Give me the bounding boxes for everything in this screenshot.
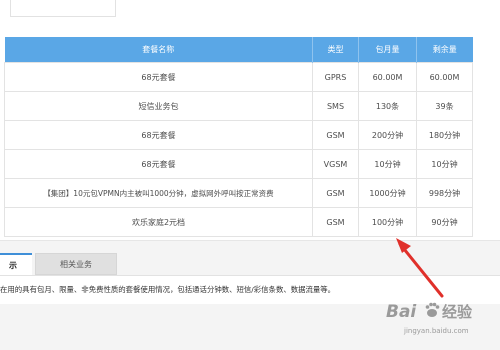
cell-monthly-quota: 100分钟	[358, 207, 417, 237]
cell-monthly-quota: 200分钟	[358, 120, 417, 150]
cell-type: GSM	[312, 207, 359, 237]
baidu-jingyan-watermark: Bai 经验 jingyan.baidu.com	[384, 297, 496, 339]
cell-package-name: 短信业务包	[4, 91, 313, 121]
cell-type: SMS	[312, 91, 359, 121]
cell-type: GSM	[312, 120, 359, 150]
cell-monthly-quota: 1000分钟	[358, 178, 417, 208]
watermark-brand-suffix: 经验	[442, 303, 473, 321]
cell-type: GPRS	[312, 62, 359, 92]
cell-remaining: 90分钟	[416, 207, 473, 237]
cell-monthly-quota: 10分钟	[358, 149, 417, 179]
cell-remaining: 180分钟	[416, 120, 473, 150]
cell-type: GSM	[312, 178, 359, 208]
header-remaining: 剩余量	[416, 37, 473, 63]
cell-remaining: 60.00M	[416, 62, 473, 92]
cell-package-name: 68元套餐	[4, 149, 313, 179]
header-package-name: 套餐名称	[4, 37, 313, 63]
baidu-logo: Bai 经验 jingyan.baidu.com	[386, 302, 473, 335]
cell-remaining: 39条	[416, 91, 473, 121]
watermark-brand: Bai	[386, 302, 417, 322]
paw-icon	[425, 302, 440, 317]
tab-related-services[interactable]: 相关业务	[35, 253, 117, 275]
cell-package-name: 【集团】10元包VPMN内主被叫1000分钟，虚拟网外呼叫按正常资费	[4, 178, 313, 208]
table-row: 欢乐家庭2元档 GSM 100分钟 90分钟	[4, 207, 473, 237]
cell-monthly-quota: 130条	[358, 91, 417, 121]
header-type: 类型	[312, 37, 359, 63]
tab-usage-display[interactable]: 示	[0, 253, 32, 275]
cell-package-name: 欢乐家庭2元档	[4, 207, 313, 237]
cell-package-name: 68元套餐	[4, 120, 313, 150]
top-panel-stub	[10, 0, 116, 17]
watermark-url: jingyan.baidu.com	[403, 327, 469, 335]
table-row: 短信业务包 SMS 130条 39条	[4, 91, 473, 121]
package-usage-table: 套餐名称 类型 包月量 剩余量 68元套餐 GPRS 60.00M 60.00M…	[4, 37, 473, 237]
cell-type: VGSM	[312, 149, 359, 179]
header-monthly-quota: 包月量	[358, 37, 417, 63]
table-row: 68元套餐 GPRS 60.00M 60.00M	[4, 62, 473, 92]
table-row: 68元套餐 GSM 200分钟 180分钟	[4, 120, 473, 150]
table-header-row: 套餐名称 类型 包月量 剩余量	[4, 37, 473, 63]
cell-monthly-quota: 60.00M	[358, 62, 417, 92]
table-row: 68元套餐 VGSM 10分钟 10分钟	[4, 149, 473, 179]
table-row: 【集团】10元包VPMN内主被叫1000分钟，虚拟网外呼叫按正常资费 GSM 1…	[4, 178, 473, 208]
usage-description: 在用的具有包月、限量、非免费性质的套餐使用情况，包括通话分钟数、短信/彩信条数、…	[0, 285, 336, 294]
cell-remaining: 10分钟	[416, 149, 473, 179]
cell-package-name: 68元套餐	[4, 62, 313, 92]
cell-remaining: 998分钟	[416, 178, 473, 208]
